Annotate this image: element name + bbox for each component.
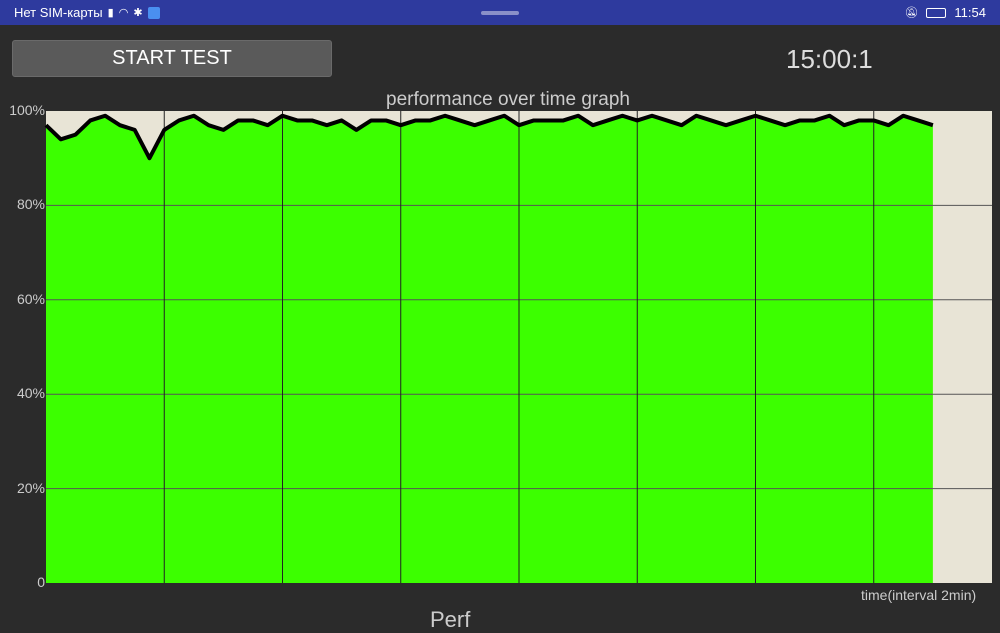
performance-chart: [44, 111, 992, 583]
y-tick-label: 40%: [16, 385, 45, 402]
y-tick-label: 80%: [16, 196, 45, 213]
x-axis-label: time(interval 2min): [861, 587, 977, 603]
performance-heading: Perf: [430, 607, 471, 632]
y-tick-label: 0: [37, 574, 45, 590]
y-tick-label: 60%: [16, 290, 45, 307]
performance-area: [46, 115, 933, 583]
y-tick-label: 20%: [16, 479, 45, 496]
y-tick-label: 100%: [9, 102, 45, 118]
